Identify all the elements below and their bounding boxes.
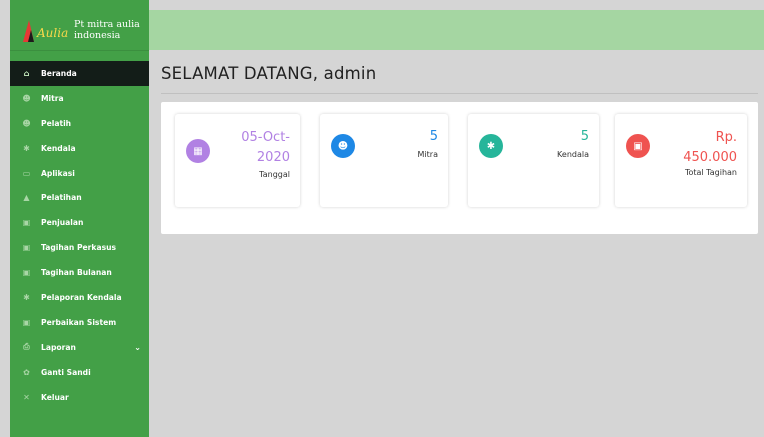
card-mitra-value: 5 bbox=[429, 129, 438, 144]
money-icon: ▣ bbox=[22, 317, 31, 327]
brand-name: Pt mitra aulia indonesia bbox=[74, 19, 140, 41]
sidebar-item-laporan[interactable]: ⎙ Laporan ⌄ bbox=[10, 335, 149, 360]
sidebar-item-keluar[interactable]: ✕ Keluar bbox=[10, 385, 149, 410]
logo-mark: Aulia bbox=[20, 16, 68, 44]
brand-logo[interactable]: Aulia Pt mitra aulia indonesia bbox=[10, 10, 149, 51]
users-icon: ☻ bbox=[331, 134, 355, 158]
laptop-icon: ▭ bbox=[22, 168, 31, 178]
sidebar-item-label: Pelatihan bbox=[41, 193, 82, 203]
title-divider bbox=[161, 93, 758, 94]
sidebar-item-beranda[interactable]: ⌂ Beranda bbox=[10, 61, 149, 86]
graduation-cap-icon: ▲ bbox=[23, 193, 30, 203]
sidebar-item-label: Beranda bbox=[41, 68, 77, 78]
bug-icon: ✱ bbox=[23, 143, 30, 153]
brand-line-1: Pt mitra aulia bbox=[74, 19, 140, 30]
sidebar-item-penjualan[interactable]: ▣ Penjualan bbox=[10, 210, 149, 235]
sidebar-item-tagihan-perkasus[interactable]: ▣ Tagihan Perkasus bbox=[10, 235, 149, 260]
money-icon: ▣ bbox=[22, 243, 31, 253]
card-mitra-label: Mitra bbox=[417, 150, 438, 159]
top-bar bbox=[149, 10, 764, 50]
sidebar-item-label: Pelaporan Kendala bbox=[41, 292, 122, 302]
sidebar-item-pelatihan[interactable]: ▲ Pelatihan bbox=[10, 185, 149, 210]
card-mitra: ☻ 5 Mitra bbox=[320, 114, 448, 207]
sidebar-item-label: Perbaikan Sistem bbox=[41, 317, 117, 327]
calendar-icon: ▦ bbox=[186, 139, 210, 163]
money-icon: ▣ bbox=[22, 268, 31, 278]
card-kendala-value: 5 bbox=[580, 129, 589, 144]
money-icon: ▣ bbox=[22, 218, 31, 228]
sidebar-item-pelatih[interactable]: ☻ Pelatih bbox=[10, 111, 149, 136]
svg-text:Aulia: Aulia bbox=[36, 26, 68, 40]
sidebar-item-label: Penjualan bbox=[41, 218, 84, 228]
page-title: SELAMAT DATANG, admin bbox=[161, 64, 377, 83]
card-kendala: ✱ 5 Kendala bbox=[468, 114, 599, 207]
card-tanggal: ▦ 05-Oct- 2020 Tanggal bbox=[175, 114, 300, 207]
card-total-tagihan: ▣ Rp. 450.000 Total Tagihan bbox=[615, 114, 747, 207]
card-total-tagihan-label: Total Tagihan bbox=[684, 168, 737, 177]
sidebar-item-kendala[interactable]: ✱ Kendala bbox=[10, 136, 149, 161]
sidebar-item-ganti-sandi[interactable]: ✿ Ganti Sandi bbox=[10, 360, 149, 385]
close-icon: ✕ bbox=[23, 392, 30, 402]
card-tanggal-value: 05-Oct- 2020 bbox=[241, 130, 290, 165]
sidebar-item-label: Pelatih bbox=[41, 118, 72, 128]
sidebar-item-mitra[interactable]: ☻ Mitra bbox=[10, 86, 149, 111]
sidebar-item-label: Ganti Sandi bbox=[41, 367, 91, 377]
sidebar-item-label: Mitra bbox=[41, 93, 64, 103]
money-icon: ▣ bbox=[626, 134, 650, 158]
card-total-tagihan-value: Rp. 450.000 bbox=[683, 130, 737, 165]
chevron-down-icon[interactable]: ⌄ bbox=[134, 343, 141, 352]
home-icon: ⌂ bbox=[23, 68, 30, 78]
sidebar-item-label: Laporan bbox=[41, 342, 76, 352]
sidebar-item-tagihan-bulanan[interactable]: ▣ Tagihan Bulanan bbox=[10, 260, 149, 285]
sidebar-nav: ⌂ Beranda ☻ Mitra ☻ Pelatih ✱ Kendala ▭ Aplikasi ▲… bbox=[10, 61, 149, 409]
sidebar-item-label: Keluar bbox=[41, 392, 69, 402]
bug-icon: ✱ bbox=[23, 292, 30, 302]
sidebar-item-label: Aplikasi bbox=[41, 168, 75, 178]
card-tanggal-label: Tanggal bbox=[259, 170, 290, 179]
users-icon: ☻ bbox=[22, 118, 31, 128]
brand-line-2: indonesia bbox=[74, 30, 121, 41]
bug-icon: ✱ bbox=[479, 134, 503, 158]
users-icon: ☻ bbox=[22, 93, 31, 103]
sidebar-item-label: Tagihan Perkasus bbox=[41, 243, 117, 253]
sidebar-item-perbaikan-sistem[interactable]: ▣ Perbaikan Sistem bbox=[10, 310, 149, 335]
sidebar-item-aplikasi[interactable]: ▭ Aplikasi bbox=[10, 161, 149, 186]
card-kendala-label: Kendala bbox=[557, 150, 589, 159]
sidebar-item-label: Kendala bbox=[41, 143, 76, 153]
sidebar-item-pelaporan-kendala[interactable]: ✱ Pelaporan Kendala bbox=[10, 285, 149, 310]
sidebar-item-label: Tagihan Bulanan bbox=[41, 268, 112, 278]
print-icon: ⎙ bbox=[23, 342, 30, 352]
gear-icon: ✿ bbox=[23, 367, 30, 377]
